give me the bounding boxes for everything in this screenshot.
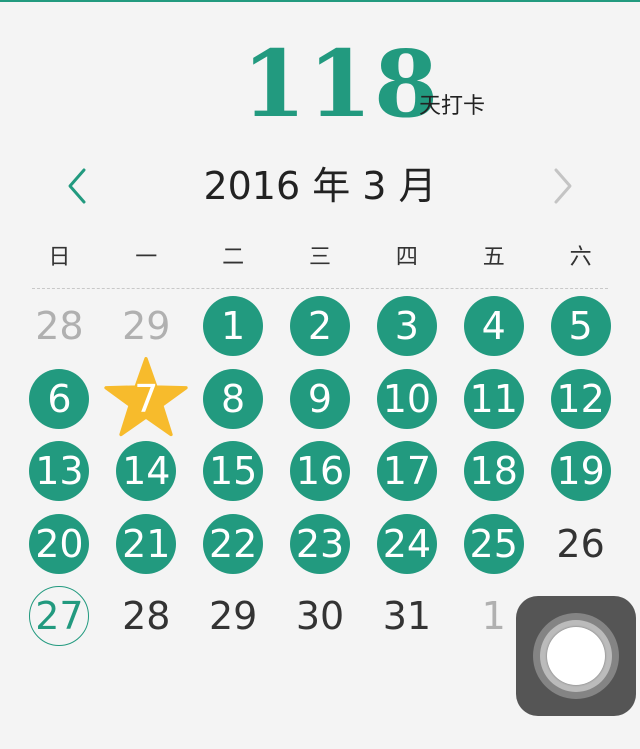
day-number: 3 xyxy=(394,304,419,349)
calendar-day-checked[interactable]: 6 xyxy=(16,363,103,436)
calendar-day-muted[interactable]: 28 xyxy=(16,290,103,363)
calendar-day-starred[interactable]: 7 xyxy=(103,356,190,436)
calendar-day-checked[interactable]: 25 xyxy=(450,508,537,581)
calendar-day-checked[interactable]: 5 xyxy=(537,290,624,363)
chevron-right-icon xyxy=(554,168,572,204)
weekday-divider xyxy=(32,288,608,289)
day-number: 13 xyxy=(35,449,84,494)
calendar-day-normal[interactable]: 28 xyxy=(103,580,190,653)
day-number: 11 xyxy=(469,376,518,421)
day-number: 14 xyxy=(122,449,171,494)
calendar-day-checked[interactable]: 18 xyxy=(450,435,537,508)
assistive-touch-button[interactable] xyxy=(516,596,636,716)
prev-month-button[interactable] xyxy=(56,164,100,208)
calendar-day-checked[interactable]: 9 xyxy=(277,363,364,436)
weekday-label: 五 xyxy=(482,245,505,270)
day-number: 1 xyxy=(481,594,506,639)
checkin-count-unit: 天打卡 xyxy=(419,94,486,119)
day-number: 8 xyxy=(221,376,246,421)
day-number: 2 xyxy=(307,304,333,349)
month-navigation: 2016 年 3 月 xyxy=(0,160,640,212)
assistive-touch-ring xyxy=(540,620,612,692)
day-number: 10 xyxy=(382,376,432,421)
day-number: 7 xyxy=(134,376,159,421)
day-number: 28 xyxy=(35,304,84,349)
weekday-header: 日一二三四五六 xyxy=(16,240,624,276)
calendar-day-checked[interactable]: 22 xyxy=(190,508,277,581)
calendar-week-row: 6 7 8 9 10 11 12 xyxy=(16,356,624,436)
day-number: 9 xyxy=(307,376,333,421)
day-number: 22 xyxy=(208,521,258,566)
day-number: 25 xyxy=(469,521,518,566)
day-number: 28 xyxy=(122,594,171,639)
day-number: 17 xyxy=(382,449,432,494)
calendar-day-checked[interactable]: 11 xyxy=(450,363,537,436)
day-number: 18 xyxy=(469,449,518,494)
day-number: 30 xyxy=(295,594,345,639)
calendar-day-checked[interactable]: 1 xyxy=(190,290,277,363)
checkin-count: 118 xyxy=(242,30,441,138)
calendar-day-normal[interactable]: 31 xyxy=(363,580,450,653)
weekday-label: 二 xyxy=(222,245,245,270)
weekday-label: 日 xyxy=(48,245,71,270)
day-number: 29 xyxy=(122,304,171,349)
calendar-day-checked[interactable]: 15 xyxy=(190,435,277,508)
day-number: 26 xyxy=(556,521,605,566)
calendar-day-checked[interactable]: 4 xyxy=(450,290,537,363)
day-number: 23 xyxy=(295,521,345,566)
day-number: 20 xyxy=(35,521,84,566)
day-number: 21 xyxy=(122,521,171,566)
calendar-week-row: 20 21 22 23 24 25 26 xyxy=(16,508,624,581)
calendar-day-normal[interactable]: 30 xyxy=(277,580,364,653)
calendar-day-checked[interactable]: 14 xyxy=(103,435,190,508)
day-number: 1 xyxy=(221,304,246,349)
day-number: 19 xyxy=(556,449,605,494)
next-month-button[interactable] xyxy=(540,164,584,208)
calendar-day-normal[interactable]: 26 xyxy=(537,508,624,581)
weekday-label: 六 xyxy=(569,245,592,270)
calendar-day-checked[interactable]: 23 xyxy=(277,508,364,581)
day-number: 24 xyxy=(382,521,432,566)
calendar-day-normal[interactable]: 29 xyxy=(190,580,277,653)
calendar-day-checked[interactable]: 12 xyxy=(537,363,624,436)
day-number: 5 xyxy=(568,304,593,349)
calendar-week-row: 13 14 15 16 17 18 19 xyxy=(16,435,624,508)
day-number: 27 xyxy=(35,594,84,639)
calendar-day-checked[interactable]: 20 xyxy=(16,508,103,581)
calendar-day-muted[interactable]: 29 xyxy=(103,290,190,363)
calendar-day-checked[interactable]: 17 xyxy=(363,435,450,508)
month-title: 2016 年 3 月 xyxy=(203,164,437,208)
calendar-day-checked[interactable]: 21 xyxy=(103,508,190,581)
top-accent-line xyxy=(0,0,640,2)
calendar-day-checked[interactable]: 10 xyxy=(363,363,450,436)
day-number: 6 xyxy=(47,376,72,421)
day-number: 4 xyxy=(481,304,506,349)
calendar-day-checked[interactable]: 13 xyxy=(16,435,103,508)
calendar-day-today[interactable]: 27 xyxy=(16,580,103,653)
weekday-label: 一 xyxy=(135,245,158,270)
day-number: 15 xyxy=(208,449,258,494)
calendar-day-checked[interactable]: 16 xyxy=(277,435,364,508)
day-number: 12 xyxy=(556,376,605,421)
assistive-touch-icon xyxy=(533,613,619,699)
day-number: 31 xyxy=(382,594,432,639)
calendar-day-checked[interactable]: 2 xyxy=(277,290,364,363)
assistive-touch-dot xyxy=(547,627,605,685)
calendar-day-checked[interactable]: 19 xyxy=(537,435,624,508)
calendar-day-checked[interactable]: 24 xyxy=(363,508,450,581)
weekday-label: 三 xyxy=(309,245,332,270)
calendar-week-row: 28 29 1 2 3 4 5 xyxy=(16,290,624,363)
calendar-day-checked[interactable]: 8 xyxy=(190,363,277,436)
day-number: 16 xyxy=(295,449,345,494)
chevron-left-icon xyxy=(68,168,86,204)
weekday-label: 四 xyxy=(395,245,418,270)
calendar-day-checked[interactable]: 3 xyxy=(363,290,450,363)
checkin-count-header: 118 天打卡 xyxy=(0,36,640,136)
day-number: 29 xyxy=(208,594,258,639)
